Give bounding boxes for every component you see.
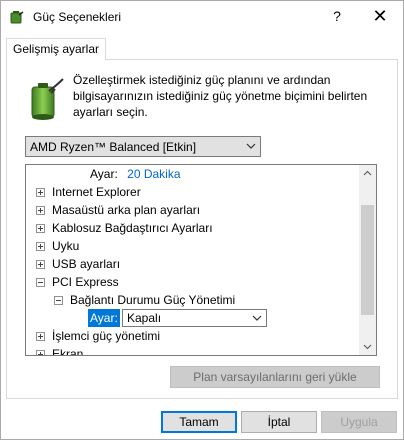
close-button[interactable]: ✕	[357, 1, 403, 31]
tree-item-label: Internet Explorer	[52, 185, 141, 199]
tree-item-label: İşlemci güç yönetimi	[52, 329, 161, 343]
chevron-down-icon	[252, 315, 262, 321]
tree-item-label: PCI Express	[52, 275, 119, 289]
help-button[interactable]: ?	[319, 1, 355, 31]
tree-setting-row-selected[interactable]: Ayar: Kapalı	[88, 309, 288, 327]
expand-icon[interactable]	[36, 350, 45, 355]
description-text: Özelleştirmek istediğiniz güç planını ve…	[73, 73, 368, 119]
expand-icon[interactable]	[36, 224, 45, 233]
setting-label-selected: Ayar:	[88, 309, 120, 327]
setting-value-dropdown[interactable]: Kapalı	[122, 309, 267, 327]
tree-item-label: Masaüstü arka plan ayarları	[52, 203, 201, 217]
scroll-up-icon[interactable]	[359, 165, 376, 182]
restore-defaults-button[interactable]: Plan varsayılanlarını geri yükle	[170, 366, 380, 388]
expand-icon[interactable]	[36, 242, 45, 251]
collapse-icon[interactable]	[36, 278, 45, 287]
chevron-down-icon	[246, 143, 256, 149]
expand-icon[interactable]	[36, 332, 45, 341]
tree-item-label: Kablosuz Bağdaştırıcı Ayarları	[52, 221, 213, 235]
ok-button[interactable]: Tamam	[161, 411, 237, 433]
cancel-button[interactable]: İptal	[241, 411, 317, 433]
power-plan-value: AMD Ryzen™ Balanced [Etkin]	[30, 140, 197, 154]
battery-power-icon	[31, 78, 64, 120]
scroll-down-icon[interactable]	[359, 338, 376, 355]
tree-item-label: Uyku	[52, 239, 80, 253]
setting-value: Kapalı	[127, 311, 162, 325]
expand-icon[interactable]	[36, 260, 45, 269]
power-options-window: Güç Seçenekleri ? ✕ Gelişmiş ayarlar Öze…	[0, 0, 404, 440]
apply-button[interactable]: Uygula	[321, 411, 397, 433]
vertical-scrollbar[interactable]	[359, 165, 376, 355]
tree-item-label: Ekran	[52, 347, 84, 356]
title-bar: Güç Seçenekleri ? ✕	[1, 1, 403, 33]
expand-icon[interactable]	[36, 188, 45, 197]
window-title: Güç Seçenekleri	[33, 10, 122, 24]
scrollbar-thumb[interactable]	[361, 205, 374, 315]
expand-icon[interactable]	[36, 206, 45, 215]
tree-setting-row-top[interactable]: Ayar: 20 Dakika	[90, 165, 181, 183]
tab-advanced-settings[interactable]: Gelişmiş ayarlar	[6, 38, 107, 60]
setting-label: Ayar:	[90, 167, 118, 181]
tree-item-label: Bağlantı Durumu Güç Yönetimi	[70, 293, 236, 307]
power-plan-dropdown[interactable]: AMD Ryzen™ Balanced [Etkin]	[25, 136, 261, 157]
setting-value-link[interactable]: 20 Dakika	[127, 167, 180, 181]
tree-item-label: USB ayarları	[52, 257, 121, 271]
collapse-icon[interactable]	[54, 296, 63, 305]
power-options-icon	[10, 11, 24, 24]
settings-tree[interactable]: Ayar: 20 Dakika Internet Explorer Masaüs…	[25, 164, 377, 356]
